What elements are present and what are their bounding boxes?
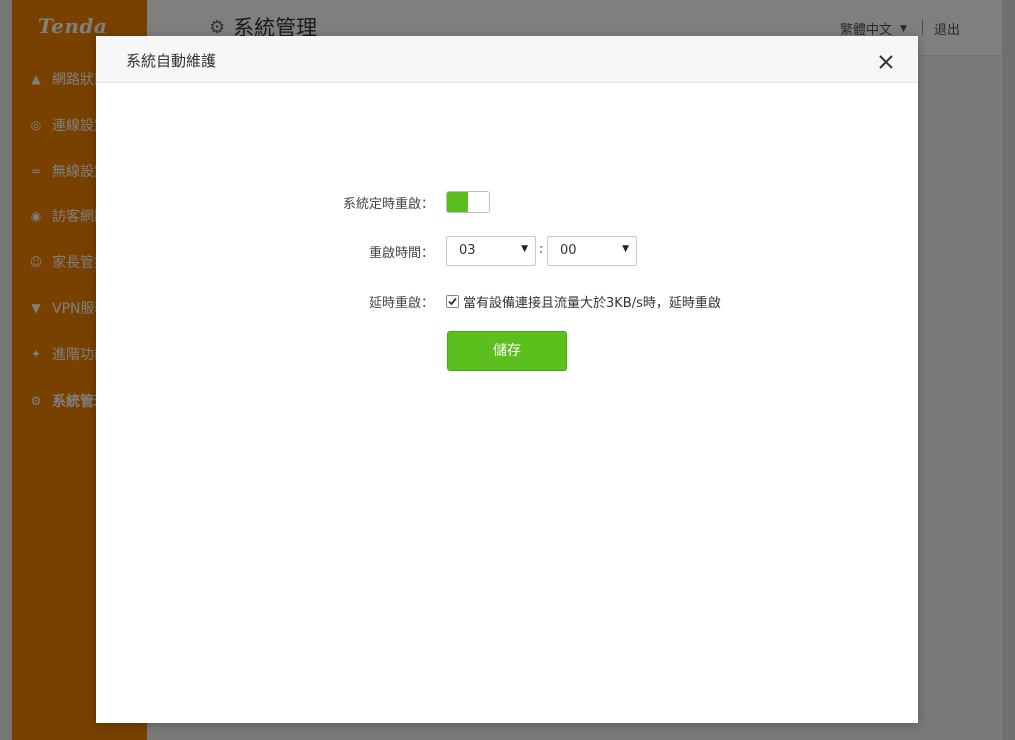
hour-value: 03 [459,243,476,258]
toggle-on-indicator [447,192,468,212]
checkmark-icon [448,297,457,306]
time-separator: : [539,242,544,257]
close-button[interactable] [876,52,896,72]
dialog-title: 系統自動維護 [126,52,217,70]
reboot-time-label: 重啟時間： [368,246,434,261]
schedule-reboot-toggle[interactable] [446,191,490,213]
delay-reboot-description: 當有設備連接且流量大於3KB/s時，延時重啟 [463,296,721,311]
delay-reboot-checkbox[interactable] [446,295,459,308]
hour-select[interactable]: 03 ▼ [446,236,536,266]
minute-select[interactable]: 00 ▼ [547,236,637,266]
dialog-header: 系統自動維護 [96,36,918,83]
save-button[interactable]: 儲存 [447,331,567,371]
dropdown-arrow-icon: ▼ [622,244,629,254]
close-icon [879,55,893,69]
minute-value: 00 [560,243,577,258]
auto-maintenance-dialog: 系統自動維護 系統定時重啟： 重啟時間： 03 ▼ : 00 ▼ 延時重啟： 當… [96,36,918,723]
schedule-reboot-label: 系統定時重啟： [342,197,434,212]
dropdown-arrow-icon: ▼ [521,244,528,254]
delay-reboot-label: 延時重啟： [368,296,434,311]
